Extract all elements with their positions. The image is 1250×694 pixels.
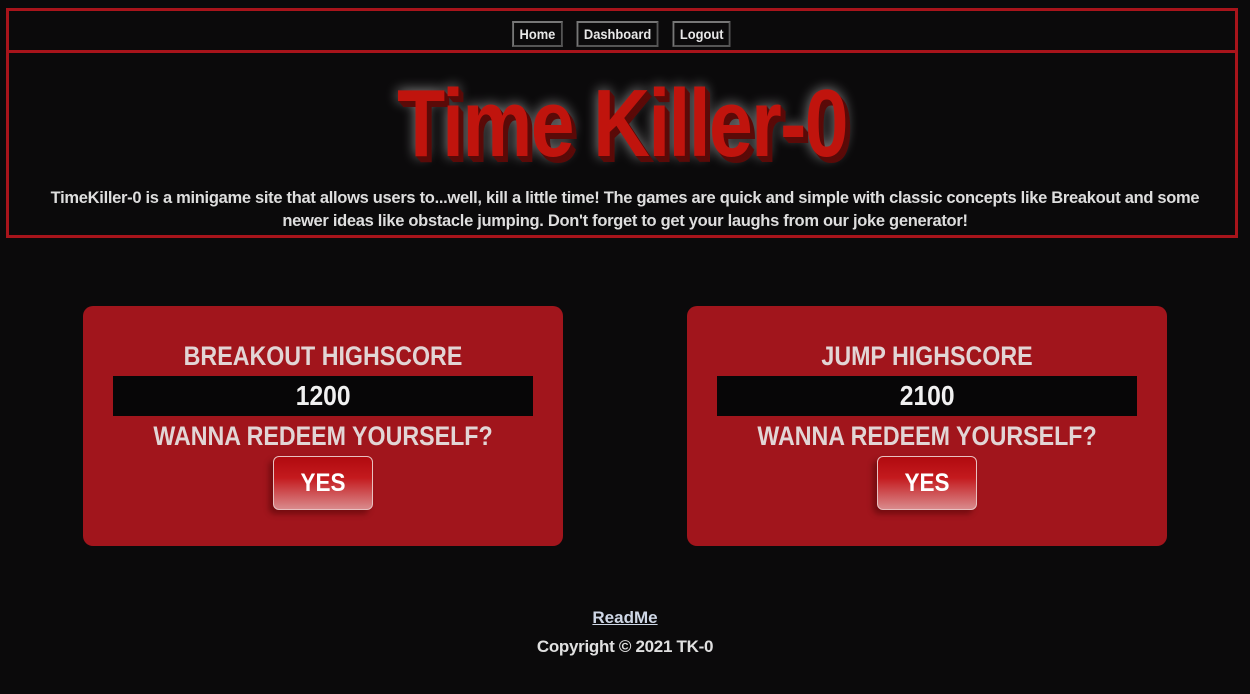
breakout-yes-button[interactable]: YES bbox=[273, 456, 373, 510]
nav-home-button[interactable]: Home bbox=[512, 20, 563, 47]
card-title: BREAKOUT HIGHSCORE bbox=[183, 341, 463, 371]
readme-link[interactable]: ReadMe bbox=[0, 608, 1250, 628]
button-label: YES bbox=[904, 468, 950, 497]
jump-highscore-card: JUMP HIGHSCORE 2100 WANNA REDEEM YOURSEL… bbox=[687, 306, 1167, 546]
header-panel: Home Dashboard Logout Time Killer-0 Time… bbox=[6, 8, 1238, 238]
site-title: Time Killer-0 bbox=[397, 70, 848, 177]
button-label: YES bbox=[300, 468, 346, 497]
card-question: WANNA REDEEM YOURSELF? bbox=[153, 421, 493, 451]
card-title: JUMP HIGHSCORE bbox=[821, 341, 1033, 371]
top-nav: Home Dashboard Logout bbox=[9, 11, 1235, 53]
site-intro: TimeKiller-0 is a minigame site that all… bbox=[50, 189, 1200, 230]
copyright-text: Copyright © 2021 TK-0 bbox=[536, 637, 714, 656]
jump-score-value: 2100 bbox=[899, 380, 955, 411]
score-bar: 1200 bbox=[113, 376, 533, 416]
nav-dashboard-button[interactable]: Dashboard bbox=[576, 20, 659, 47]
jump-yes-button[interactable]: YES bbox=[877, 456, 977, 510]
breakout-score-value: 1200 bbox=[295, 380, 351, 411]
breakout-highscore-card: BREAKOUT HIGHSCORE 1200 WANNA REDEEM YOU… bbox=[83, 306, 563, 546]
nav-logout-button[interactable]: Logout bbox=[672, 20, 732, 47]
score-bar: 2100 bbox=[717, 376, 1137, 416]
card-question: WANNA REDEEM YOURSELF? bbox=[757, 421, 1097, 451]
